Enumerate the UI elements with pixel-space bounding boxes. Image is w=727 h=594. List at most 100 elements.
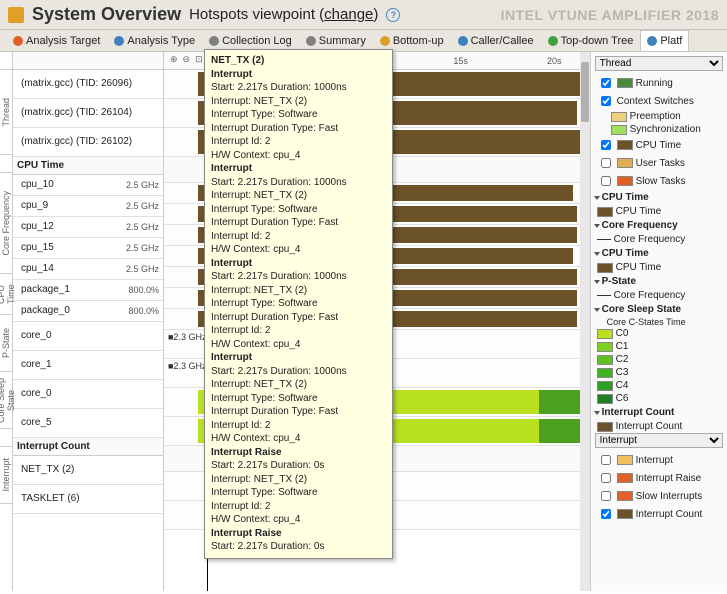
group-label: Thread	[1, 98, 11, 127]
group-label-column: ThreadCore FrequencyCPU TimeP-StateCore …	[0, 52, 13, 591]
tab-bottom-up[interactable]: Bottom-up	[373, 30, 451, 51]
tab-label: Caller/Callee	[471, 35, 534, 47]
legend-label: Running	[636, 78, 673, 89]
tab-icon	[306, 36, 316, 46]
row-label[interactable]: (matrix.gcc) (TID: 26102)	[13, 128, 163, 157]
inline-value: ■2.3 GHz	[166, 361, 208, 371]
legend-item[interactable]: Preemption	[595, 110, 723, 123]
legend-label: C2	[616, 354, 629, 365]
legend-label: C4	[616, 380, 629, 391]
legend-item[interactable]: Synchronization	[595, 123, 723, 136]
legend-checkbox[interactable]	[601, 509, 611, 519]
row-label[interactable]: cpu_152.5 GHz	[13, 238, 163, 259]
legend-item[interactable]: C3	[595, 366, 723, 379]
legend-item[interactable]: C4	[595, 379, 723, 392]
legend-checkbox[interactable]	[601, 140, 611, 150]
legend-item[interactable]: CPU Time	[595, 136, 723, 154]
color-swatch	[597, 355, 613, 365]
legend-item[interactable]: Interrupt Count	[595, 420, 723, 433]
legend-label: Core Frequency	[614, 290, 686, 301]
legend-item[interactable]: C0	[595, 327, 723, 340]
expand-icon	[594, 252, 600, 256]
color-swatch	[617, 491, 633, 501]
tab-analysis-type[interactable]: Analysis Type	[107, 30, 202, 51]
legend-item[interactable]: Interrupt	[595, 451, 723, 469]
legend-selector-interrupt[interactable]: Interrupt	[595, 433, 723, 448]
tab-label: Summary	[319, 35, 366, 47]
row-label[interactable]: TASKLET (6)	[13, 485, 163, 514]
legend-group-header[interactable]: Core Sleep State	[595, 302, 723, 317]
legend-checkbox[interactable]	[601, 96, 611, 106]
tab-label: Platf	[660, 35, 682, 47]
legend-group-header[interactable]: P-State	[595, 274, 723, 289]
help-icon[interactable]: ?	[386, 8, 400, 22]
legend-item[interactable]: CPU Time	[595, 205, 723, 218]
legend-item[interactable]: Running	[595, 74, 723, 92]
legend-group-header[interactable]: CPU Time	[595, 246, 723, 261]
row-label[interactable]: core_0	[13, 380, 163, 409]
tab-caller-callee[interactable]: Caller/Callee	[451, 30, 541, 51]
zoom-controls[interactable]: ⊕⊖⊡	[168, 54, 205, 65]
legend-item[interactable]: C6	[595, 392, 723, 405]
color-swatch	[617, 78, 633, 88]
row-label[interactable]: core_1	[13, 351, 163, 380]
legend-subheader: Core C-States Time	[595, 317, 723, 327]
row-label[interactable]: package_0800.0%	[13, 301, 163, 322]
legend-item[interactable]: Interrupt Count	[595, 505, 723, 523]
row-label[interactable]: cpu_92.5 GHz	[13, 196, 163, 217]
scrollbar-vertical[interactable]	[580, 52, 590, 591]
legend-group-header[interactable]: Core Frequency	[595, 218, 723, 233]
legend-checkbox[interactable]	[601, 473, 611, 483]
legend-item[interactable]: C2	[595, 353, 723, 366]
row-label[interactable]: core_0	[13, 322, 163, 351]
legend-checkbox[interactable]	[601, 158, 611, 168]
legend-item[interactable]: Slow Interrupts	[595, 487, 723, 505]
legend-group-header[interactable]: Interrupt Count	[595, 405, 723, 420]
legend-label: Preemption	[630, 111, 681, 122]
line-swatch	[597, 295, 611, 296]
change-link[interactable]: change	[324, 6, 373, 23]
row-label[interactable]: core_5	[13, 409, 163, 438]
legend-selector-thread[interactable]: Thread	[595, 56, 723, 71]
legend-checkbox[interactable]	[601, 78, 611, 88]
row-label-column: (matrix.gcc) (TID: 26096)(matrix.gcc) (T…	[13, 52, 164, 591]
legend-label: Interrupt Raise	[636, 473, 702, 484]
scrollbar-thumb[interactable]	[581, 62, 589, 122]
legend-panel[interactable]: ThreadRunningContext SwitchesPreemptionS…	[590, 52, 727, 591]
row-label[interactable]: (matrix.gcc) (TID: 26096)	[13, 70, 163, 99]
row-label[interactable]: cpu_102.5 GHz	[13, 175, 163, 196]
row-label[interactable]: (matrix.gcc) (TID: 26104)	[13, 99, 163, 128]
tab-top-down-tree[interactable]: Top-down Tree	[541, 30, 641, 51]
legend-item[interactable]: Core Frequency	[595, 233, 723, 246]
row-label[interactable]: package_1800.0%	[13, 280, 163, 301]
tab-platf[interactable]: Platf	[640, 30, 689, 51]
legend-checkbox[interactable]	[601, 176, 611, 186]
color-swatch	[611, 112, 627, 122]
legend-item[interactable]: Interrupt Raise	[595, 469, 723, 487]
legend-label: Interrupt Count	[616, 421, 683, 432]
legend-checkbox[interactable]	[601, 491, 611, 501]
viewpoint-text: Hotspots viewpoint (change)	[189, 6, 378, 23]
tab-collection-log[interactable]: Collection Log	[202, 30, 299, 51]
color-swatch	[617, 158, 633, 168]
legend-label: Core Frequency	[614, 234, 686, 245]
zoom-fit-icon: ⊡	[193, 54, 205, 65]
tab-icon	[458, 36, 468, 46]
legend-item[interactable]: User Tasks	[595, 154, 723, 172]
legend-label: Interrupt Count	[636, 509, 703, 520]
legend-item[interactable]: Context Switches	[595, 92, 723, 110]
row-label[interactable]: cpu_142.5 GHz	[13, 259, 163, 280]
legend-group-header[interactable]: CPU Time	[595, 190, 723, 205]
row-label[interactable]: NET_TX (2)	[13, 456, 163, 485]
tab-summary[interactable]: Summary	[299, 30, 373, 51]
color-swatch	[597, 329, 613, 339]
row-label[interactable]: cpu_122.5 GHz	[13, 217, 163, 238]
legend-label: CPU Time	[616, 206, 662, 217]
time-axis-spacer	[13, 52, 163, 70]
legend-item[interactable]: Slow Tasks	[595, 172, 723, 190]
legend-checkbox[interactable]	[601, 455, 611, 465]
legend-item[interactable]: CPU Time	[595, 261, 723, 274]
legend-item[interactable]: Core Frequency	[595, 289, 723, 302]
legend-item[interactable]: C1	[595, 340, 723, 353]
tab-analysis-target[interactable]: Analysis Target	[6, 30, 107, 51]
